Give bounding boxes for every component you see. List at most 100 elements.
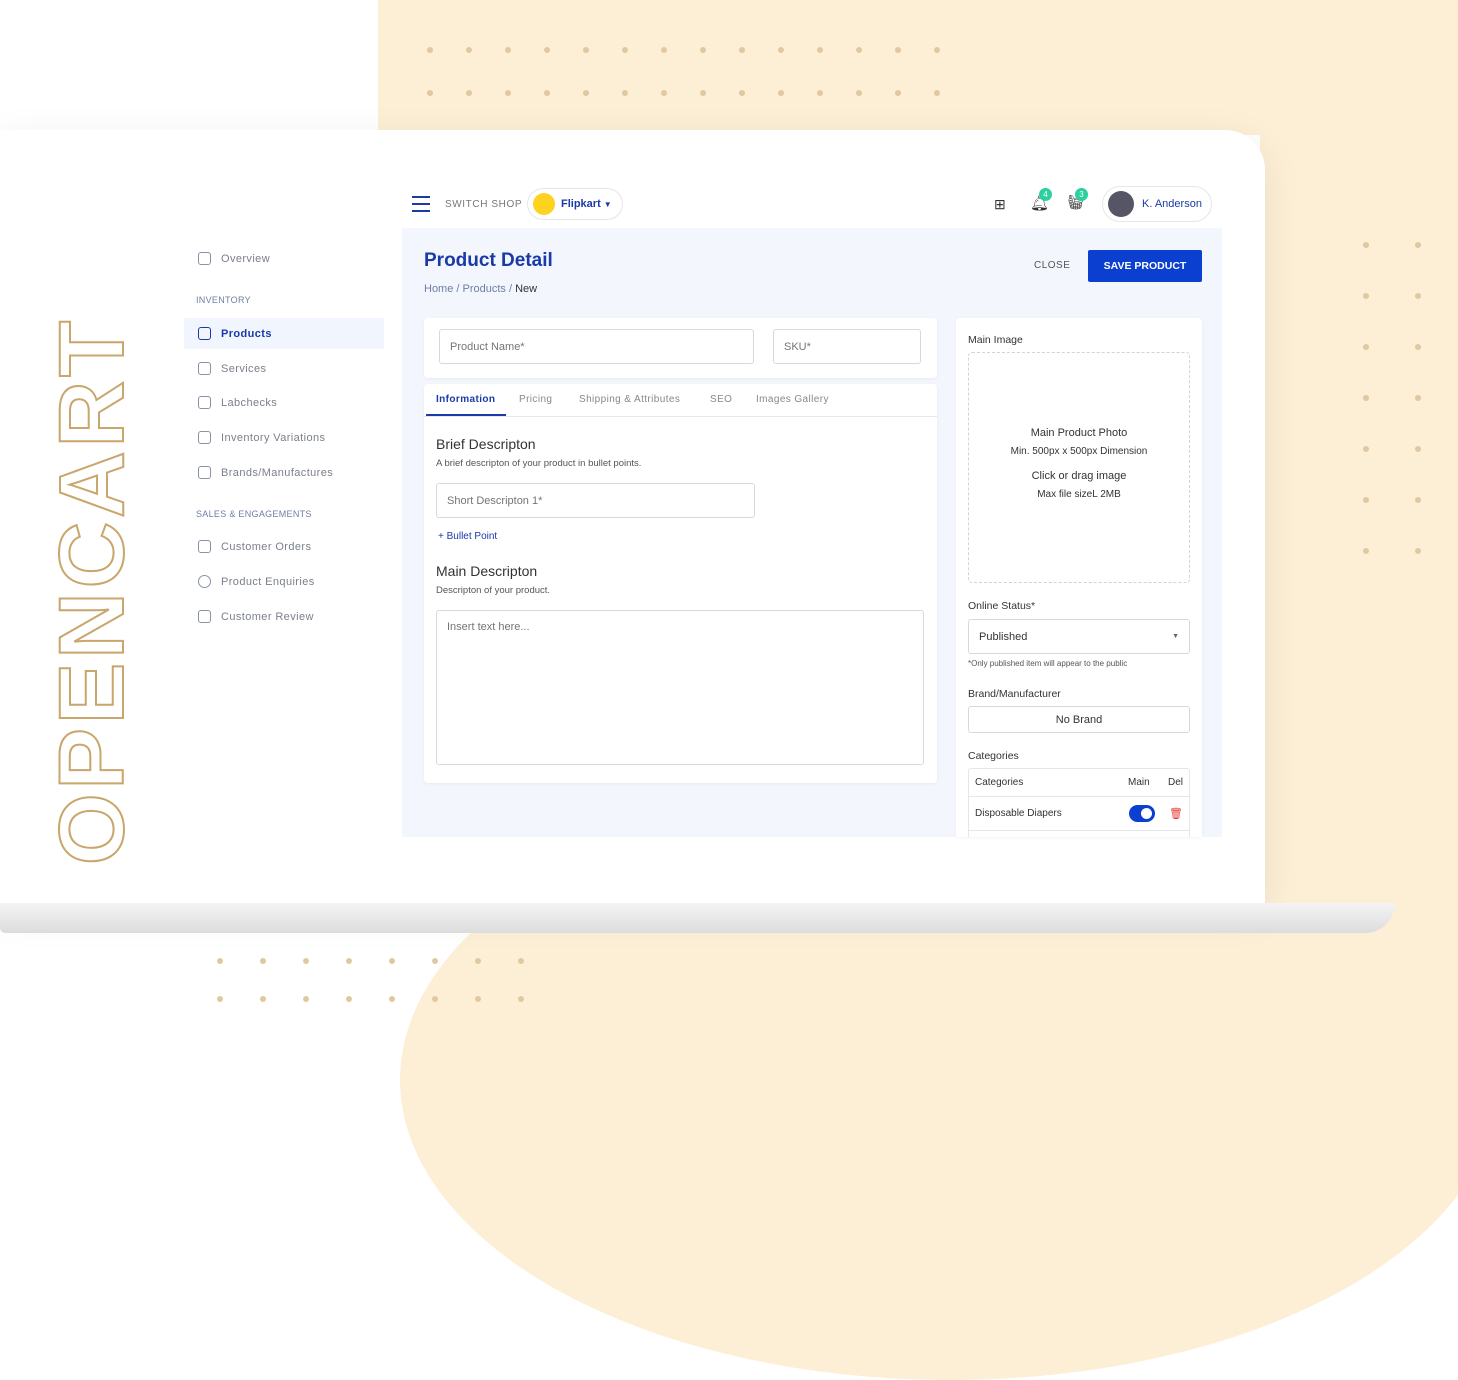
sidebar-item-label: Brands/Manufactures xyxy=(221,466,334,479)
main-toggle[interactable] xyxy=(1129,805,1156,822)
decor-dot xyxy=(778,47,784,53)
sidebar-item-label: Services xyxy=(221,362,267,375)
decor-dot xyxy=(1363,446,1369,452)
grid-icon xyxy=(198,327,211,340)
decor-dot xyxy=(346,958,352,964)
decor-dot xyxy=(661,47,667,53)
header-del: Del xyxy=(1167,777,1183,788)
add-bullet-point-button[interactable]: + Bullet Point xyxy=(438,531,497,542)
breadcrumb-current: New xyxy=(515,283,538,295)
caret-down-icon: ▼ xyxy=(1172,633,1179,640)
decor-dot xyxy=(389,958,395,964)
decor-dot xyxy=(217,996,223,1002)
decor-dot xyxy=(583,47,589,53)
image-dropzone[interactable]: Main Product Photo Min. 500px x 500px Di… xyxy=(968,352,1190,583)
product-name-input[interactable] xyxy=(439,329,754,364)
fingerprint-icon xyxy=(198,466,211,479)
tab-shipping[interactable]: Shipping & Attributes xyxy=(579,394,680,405)
tab-pricing[interactable]: Pricing xyxy=(519,394,552,405)
trash-icon[interactable]: 🗑︎ xyxy=(1169,807,1183,820)
decor-dot xyxy=(389,996,395,1002)
dropzone-title: Main Product Photo xyxy=(1030,427,1128,439)
decor-dot xyxy=(1363,344,1369,350)
decor-dot xyxy=(1363,293,1369,299)
tab-images-gallery[interactable]: Images Gallery xyxy=(756,394,829,405)
decor-dot xyxy=(622,47,628,53)
user-name: K. Anderson xyxy=(1142,198,1202,210)
decor-dot xyxy=(700,47,706,53)
user-menu[interactable]: K. Anderson xyxy=(1102,186,1212,222)
tab-seo[interactable]: SEO xyxy=(710,394,732,405)
close-button[interactable]: CLOSE xyxy=(1034,260,1070,271)
decor-dot xyxy=(1363,497,1369,503)
headset-icon xyxy=(198,575,211,588)
online-status-select[interactable]: Published ▼ xyxy=(968,619,1190,654)
decor-dot xyxy=(518,958,524,964)
decor-dot xyxy=(466,90,472,96)
shop-name: Flipkart xyxy=(561,198,601,210)
decor-dot xyxy=(303,996,309,1002)
save-product-button[interactable]: SAVE PRODUCT xyxy=(1088,250,1202,282)
main-description-subtitle: Descripton of your product. xyxy=(436,585,551,596)
sidebar-item-label: Customer Orders xyxy=(221,540,312,553)
decor-dot xyxy=(432,996,438,1002)
page-title: Product Detail xyxy=(424,250,553,271)
decor-dot xyxy=(1363,548,1369,554)
test-tube-icon xyxy=(198,396,211,409)
sidebar-item-product-enquiries[interactable]: Product Enquiries xyxy=(184,566,384,597)
decor-dot xyxy=(778,90,784,96)
switch-shop-label: SWITCH SHOP xyxy=(445,199,523,210)
header-main: Main xyxy=(1127,777,1150,788)
hamburger-icon xyxy=(412,203,430,205)
sliders-icon xyxy=(198,431,211,444)
decor-dot xyxy=(427,90,433,96)
decor-dot xyxy=(1363,395,1369,401)
sidebar-item-customer-orders[interactable]: Customer Orders xyxy=(184,531,384,562)
sidebar-item-label: Labchecks xyxy=(221,396,278,409)
decor-dot xyxy=(583,90,589,96)
caret-down-icon: ▼ xyxy=(603,199,612,209)
decor-dot xyxy=(217,958,223,964)
sidebar-item-overview[interactable]: Overview xyxy=(184,243,384,274)
decor-dot xyxy=(1415,446,1421,452)
breadcrumb-products[interactable]: Products xyxy=(463,283,506,295)
decor-dot xyxy=(505,90,511,96)
decor-dot xyxy=(1363,242,1369,248)
brief-subtitle: A brief descripton of your product in bu… xyxy=(436,458,642,469)
decor-dot xyxy=(260,996,266,1002)
sidebar-item-inventory-variations[interactable]: Inventory Variations xyxy=(184,422,384,453)
decor-dot xyxy=(466,47,472,53)
brand-select[interactable]: No Brand xyxy=(968,706,1190,733)
categories-table: Categories Main Del Disposable Diapers 🗑︎ xyxy=(968,768,1190,837)
opencart-logo: OPENCART xyxy=(40,316,144,866)
breadcrumb: Home / Products / New xyxy=(424,283,538,295)
flipkart-logo xyxy=(533,193,555,215)
sidebar-item-label: Customer Review xyxy=(221,610,314,623)
sidebar-item-brands[interactable]: Brands/Manufactures xyxy=(184,457,384,488)
sidebar-item-customer-review[interactable]: Customer Review xyxy=(184,601,384,632)
decor-dot xyxy=(934,47,940,53)
decor-dot xyxy=(1415,344,1421,350)
sidebar-item-products[interactable]: Products xyxy=(184,318,384,349)
brand-label: Brand/Manufacturer xyxy=(968,688,1061,700)
short-description-input[interactable] xyxy=(436,483,755,518)
sidebar-item-labchecks[interactable]: Labchecks xyxy=(184,387,384,418)
category-name: Disposable Diapers xyxy=(975,808,1062,819)
shop-switcher[interactable]: Flipkart ▼ xyxy=(527,188,623,220)
categories-label: Categories xyxy=(968,750,1019,762)
main-description-textarea[interactable] xyxy=(436,610,924,765)
sidebar-item-services[interactable]: Services xyxy=(184,353,384,384)
tab-information[interactable]: Information xyxy=(436,394,495,405)
breadcrumb-home[interactable]: Home xyxy=(424,283,453,295)
decor-dot xyxy=(303,958,309,964)
sidebar-item-label: Products xyxy=(221,327,272,340)
apps-grid-icon[interactable]: ⊞ xyxy=(994,196,1006,213)
table-row: Disposable Diapers 🗑︎ xyxy=(969,797,1189,831)
decor-dot xyxy=(475,996,481,1002)
tab-divider xyxy=(424,416,937,417)
dropzone-dimension: Min. 500px x 500px Dimension xyxy=(1010,446,1148,457)
menu-button[interactable] xyxy=(412,196,430,212)
header-categories: Categories xyxy=(975,777,1024,788)
sku-input[interactable] xyxy=(773,329,921,364)
decor-dot xyxy=(817,90,823,96)
